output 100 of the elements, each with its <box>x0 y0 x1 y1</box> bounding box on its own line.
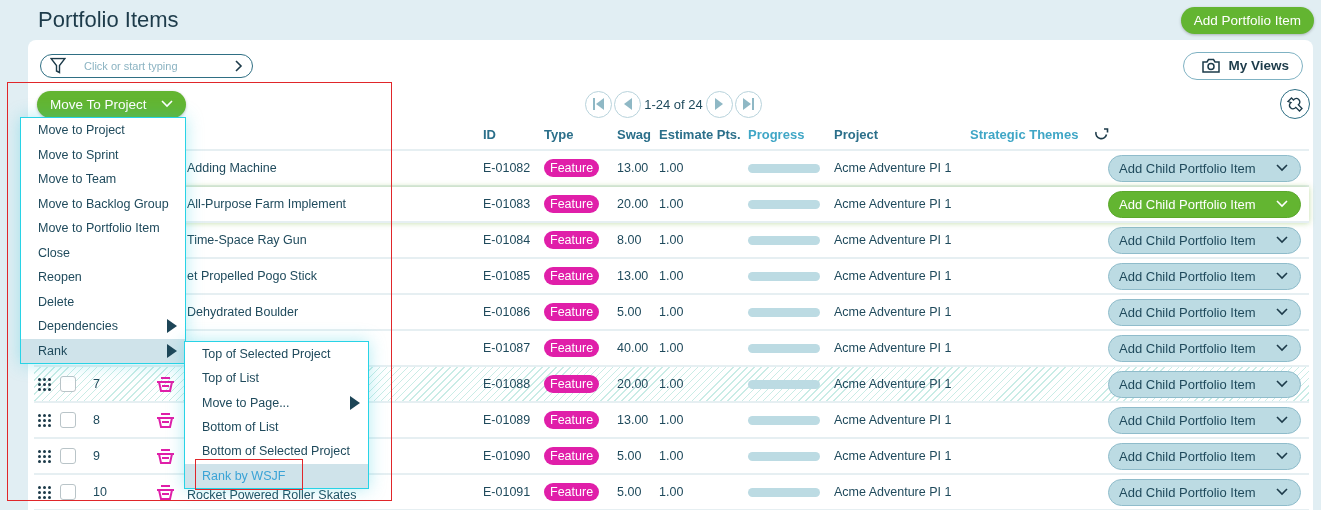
first-page-button[interactable] <box>585 90 613 118</box>
add-child-dropdown[interactable]: Add Child Portfolio Item <box>1108 370 1301 398</box>
type-tag: Feature <box>544 159 600 177</box>
type-tag: Feature <box>544 339 600 357</box>
chevron-down-icon <box>1276 236 1288 244</box>
estimate-value: 1.00 <box>659 197 685 211</box>
project-name: Acme Adventure PI 1 <box>834 413 953 427</box>
filter-icon <box>50 57 66 74</box>
estimate-value: 1.00 <box>659 341 685 355</box>
row-number: 8 <box>93 413 101 427</box>
menu-item[interactable]: Rank <box>21 338 185 363</box>
menu-item[interactable]: Move to Backlog Group <box>21 191 185 216</box>
project-name: Acme Adventure PI 1 <box>834 341 953 355</box>
chevron-down-icon <box>1276 308 1288 316</box>
chevron-down-icon <box>1276 272 1288 280</box>
last-page-button[interactable] <box>734 90 762 118</box>
previous-page-button[interactable] <box>614 90 642 118</box>
swag-value: 20.00 <box>617 197 650 211</box>
menu-item[interactable]: Move to Project <box>21 118 185 143</box>
camera-icon <box>1202 58 1221 73</box>
basket-icon <box>156 375 175 393</box>
type-tag: Feature <box>544 267 600 285</box>
column-header[interactable]: Estimate Pts. <box>659 127 748 142</box>
swag-value: 8.00 <box>617 233 643 247</box>
project-name: Acme Adventure PI 1 <box>834 269 953 283</box>
my-views-button[interactable]: My Views <box>1183 51 1303 80</box>
item-name[interactable]: Rocket Powered Roller Skates <box>183 487 483 502</box>
project-name: Acme Adventure PI 1 <box>834 161 953 175</box>
row-checkbox[interactable] <box>60 412 76 428</box>
next-page-button[interactable] <box>705 90 733 118</box>
row-checkbox[interactable] <box>60 484 76 500</box>
drag-handle-icon[interactable] <box>38 413 51 427</box>
menu-item[interactable]: Bottom of List <box>185 415 368 440</box>
row-number: 7 <box>93 377 101 391</box>
menu-item[interactable]: Dependencies <box>21 314 185 339</box>
column-header[interactable]: Project <box>834 127 970 142</box>
item-name[interactable]: All-Purpose Farm Implement <box>183 197 483 211</box>
estimate-value: 1.00 <box>659 485 685 499</box>
type-tag: Feature <box>544 483 600 501</box>
add-child-dropdown[interactable]: Add Child Portfolio Item <box>1108 298 1301 326</box>
add-child-dropdown[interactable]: Add Child Portfolio Item <box>1108 262 1301 290</box>
settings-button[interactable] <box>1280 89 1310 119</box>
first-page-icon <box>590 96 607 112</box>
swag-value: 40.00 <box>617 341 650 355</box>
project-name: Acme Adventure PI 1 <box>834 233 953 247</box>
item-name[interactable]: et Propelled Pogo Stick <box>183 269 483 283</box>
type-tag: Feature <box>544 195 600 213</box>
item-id: E-01087 <box>483 341 532 355</box>
type-tag: Feature <box>544 303 600 321</box>
swag-value: 13.00 <box>617 269 650 283</box>
drag-handle-icon[interactable] <box>38 377 51 391</box>
project-name: Acme Adventure PI 1 <box>834 197 953 211</box>
project-name: Acme Adventure PI 1 <box>834 449 953 463</box>
add-child-dropdown[interactable]: Add Child Portfolio Item <box>1108 154 1301 182</box>
estimate-value: 1.00 <box>659 377 685 391</box>
item-name[interactable]: Adding Machine <box>183 161 483 175</box>
chevron-right-icon <box>235 59 243 72</box>
column-header[interactable]: Swag <box>617 127 659 142</box>
column-header[interactable]: Type <box>544 127 617 142</box>
menu-item[interactable]: Bottom of Selected Project <box>185 439 368 464</box>
item-name[interactable]: Dehydrated Boulder <box>183 305 483 319</box>
last-page-icon <box>740 96 757 112</box>
item-id: E-01089 <box>483 413 532 427</box>
swag-value: 5.00 <box>617 449 643 463</box>
drag-handle-icon[interactable] <box>38 449 51 463</box>
chevron-down-icon <box>1276 380 1288 388</box>
filter-field[interactable]: Click or start typing <box>40 53 253 78</box>
estimate-value: 1.00 <box>659 269 685 283</box>
chevron-down-icon <box>1276 200 1288 208</box>
swag-value: 13.00 <box>617 413 650 427</box>
add-child-dropdown[interactable]: Add Child Portfolio Item <box>1108 334 1301 362</box>
menu-item[interactable]: Top of Selected Project <box>185 342 368 367</box>
page-title: Portfolio Items <box>38 7 179 33</box>
menu-item[interactable]: Reopen <box>21 265 185 290</box>
chevron-down-icon <box>1276 164 1288 172</box>
menu-item[interactable]: Delete <box>21 289 185 314</box>
menu-item[interactable]: Move to Team <box>21 167 185 192</box>
swag-value: 5.00 <box>617 485 643 499</box>
row-checkbox[interactable] <box>60 448 76 464</box>
add-child-dropdown[interactable]: Add Child Portfolio Item <box>1108 406 1301 434</box>
item-id: E-01090 <box>483 449 532 463</box>
basket-icon <box>156 483 175 501</box>
menu-item[interactable]: Move to Portfolio Item <box>21 216 185 241</box>
menu-item[interactable]: Close <box>21 240 185 265</box>
refresh-icon[interactable] <box>1094 127 1109 142</box>
row-checkbox[interactable] <box>60 376 76 392</box>
drag-handle-icon[interactable] <box>38 485 51 499</box>
column-header[interactable]: ID <box>483 127 544 142</box>
add-child-dropdown[interactable]: Add Child Portfolio Item <box>1108 478 1301 506</box>
basket-icon <box>156 411 175 429</box>
swag-value: 13.00 <box>617 161 650 175</box>
add-child-dropdown[interactable]: Add Child Portfolio Item <box>1108 442 1301 470</box>
wrench-icon <box>1286 95 1304 113</box>
menu-item[interactable]: Move to Page... <box>185 390 368 415</box>
item-id: E-01091 <box>483 485 532 499</box>
item-name[interactable]: Time-Space Ray Gun <box>183 233 483 247</box>
add-child-dropdown[interactable]: Add Child Portfolio Item <box>1108 226 1301 254</box>
menu-item[interactable]: Top of List <box>185 366 368 391</box>
menu-item[interactable]: Move to Sprint <box>21 142 185 167</box>
item-id: E-01082 <box>483 161 532 175</box>
